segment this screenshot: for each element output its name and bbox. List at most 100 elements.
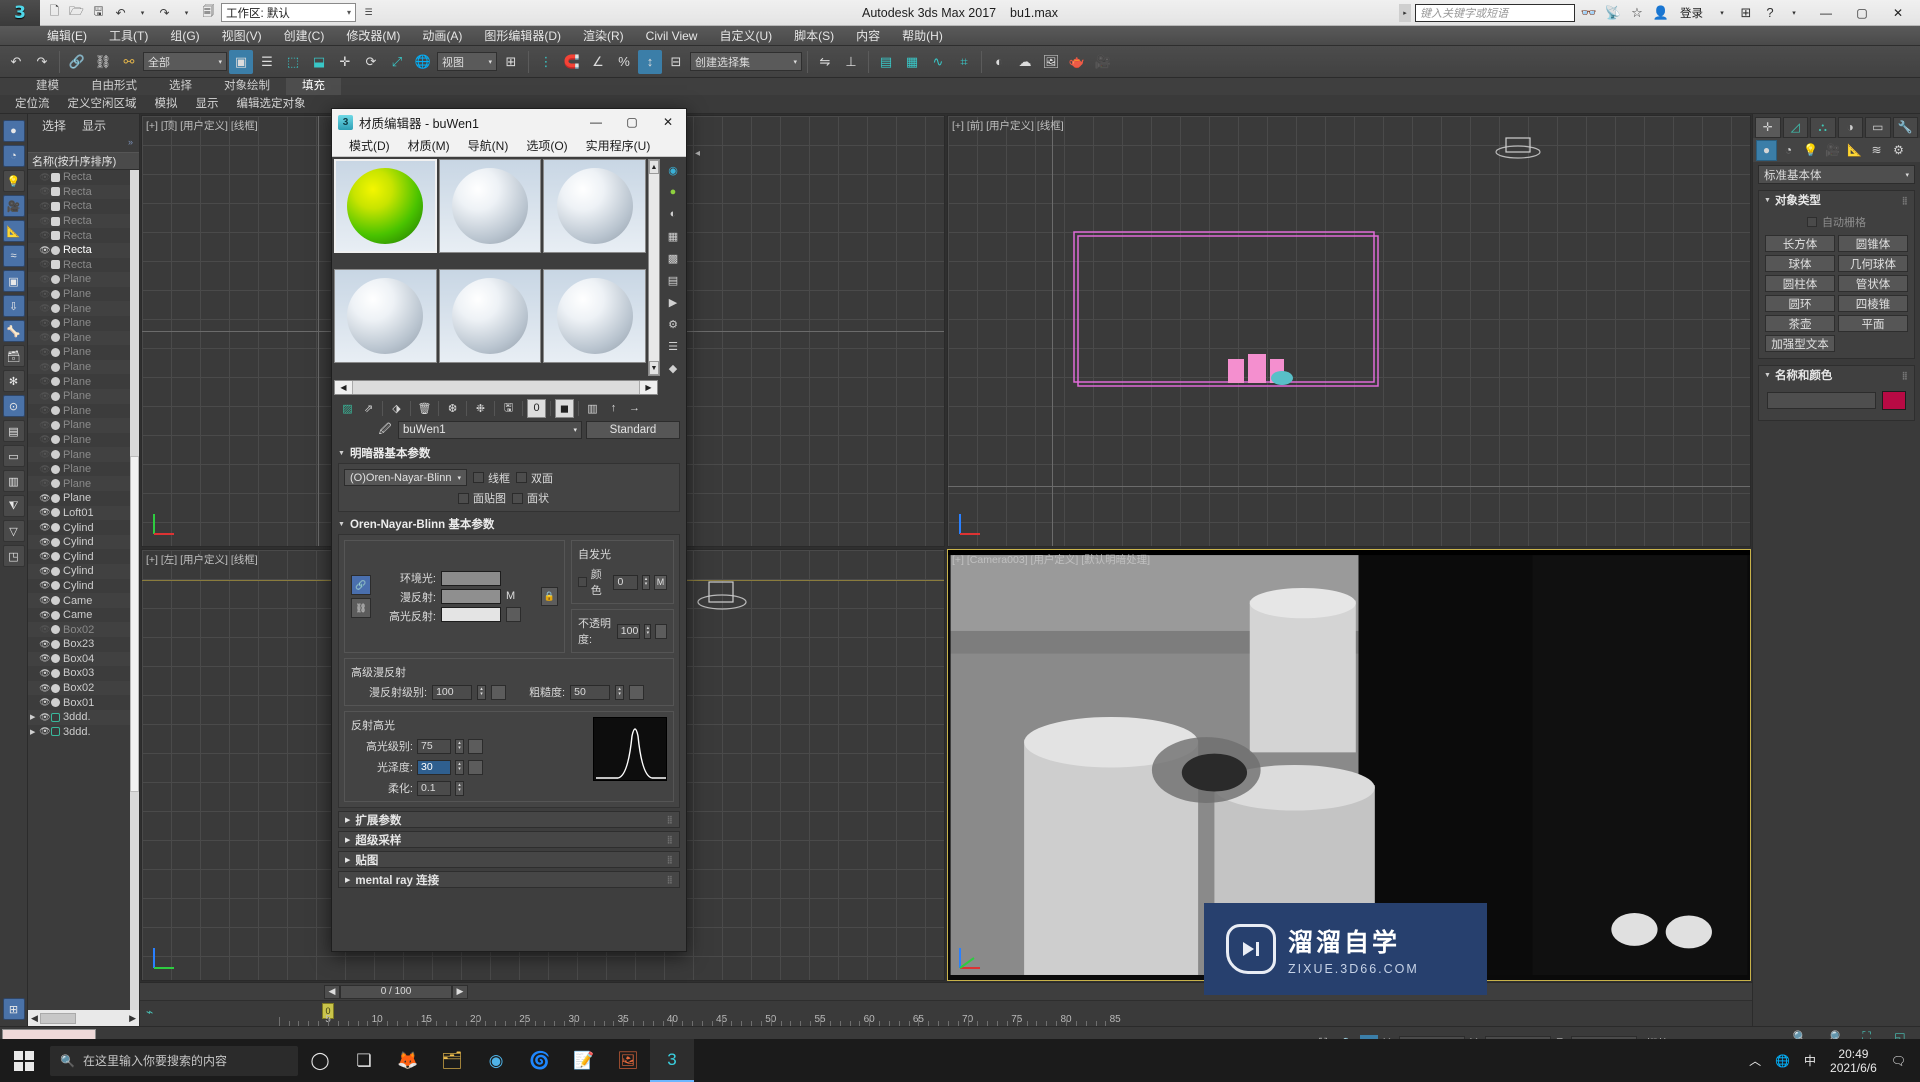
ribbon-tab-4[interactable]: 填充 <box>286 78 341 95</box>
slot-vertical-scrollbar[interactable]: ▲ ▼ <box>648 159 660 376</box>
bind-space-warp-icon[interactable]: ⚯ <box>117 50 141 74</box>
visibility-eye-icon[interactable]: 👁 <box>39 464 51 475</box>
filter-groups-icon[interactable]: ▣ <box>2 270 25 292</box>
spinner-snap-icon[interactable]: ↕ <box>638 49 662 74</box>
specular-map-button[interactable] <box>506 607 521 622</box>
layer-manager-icon[interactable]: ▤ <box>874 50 898 74</box>
table-row[interactable]: 👁 Loft01 <box>28 505 139 521</box>
scene-explorer-hscrollbar[interactable]: ◀ ▶ <box>28 1010 139 1026</box>
photoshop-icon[interactable]: 🖼 <box>606 1039 650 1082</box>
scroll-left-icon[interactable]: ◀ <box>31 1013 38 1024</box>
select-and-rotate-icon[interactable]: ⟳ <box>359 50 383 74</box>
autogrid-checkbox[interactable] <box>1807 217 1817 227</box>
layer-tool-icon[interactable]: ◳ <box>2 545 25 567</box>
filter-helpers-icon[interactable]: 📐 <box>2 220 25 242</box>
render-production-icon[interactable]: 🫖 <box>1065 50 1089 74</box>
diffuse-level-field[interactable]: 100 <box>432 684 473 700</box>
glossiness-field[interactable]: 30 <box>417 759 451 775</box>
funnel-icon[interactable]: ▽ <box>2 520 25 542</box>
table-row[interactable]: 👁 Plane <box>28 287 139 302</box>
visibility-eye-icon[interactable]: 👁 <box>39 493 51 504</box>
select-and-move-icon[interactable]: ✛ <box>333 50 357 74</box>
save-file-icon[interactable]: 🖫 <box>89 3 108 22</box>
material-editor-close-button[interactable]: ✕ <box>650 109 686 135</box>
object-type-button-10[interactable]: 加强型文本 <box>1765 335 1835 352</box>
render-frame-window-icon[interactable]: 🖼 <box>1039 50 1063 74</box>
scene-explorer-column-header[interactable]: 名称(按升序排序) <box>28 152 139 170</box>
taskview-icon[interactable]: ❏ <box>342 1039 386 1082</box>
material-editor-menu-4[interactable]: 实用程序(U) <box>577 137 660 154</box>
minimize-button[interactable]: — <box>1808 0 1844 26</box>
viewport-front[interactable]: [+] [前] [用户定义] [线框] <box>947 115 1751 547</box>
object-type-button-9[interactable]: 平面 <box>1838 315 1908 332</box>
menu-item-3[interactable]: 视图(V) <box>211 26 273 46</box>
redo-icon[interactable]: ↷ <box>155 3 174 22</box>
column-settings-icon[interactable]: ▥ <box>2 470 25 492</box>
table-row[interactable]: 👁 Box23 <box>28 637 139 652</box>
menu-item-10[interactable]: 自定义(U) <box>708 26 783 46</box>
visibility-eye-icon[interactable]: 👁 <box>39 478 51 489</box>
render-setup-icon[interactable]: ☁ <box>1013 50 1037 74</box>
object-type-button-1[interactable]: 圆锥体 <box>1838 235 1908 252</box>
material-slot-2[interactable] <box>438 159 542 253</box>
visibility-eye-icon[interactable]: 👁 <box>39 376 51 387</box>
visibility-eye-icon[interactable]: 👁 <box>39 347 51 358</box>
opacity-value-field[interactable]: 100 <box>616 623 641 639</box>
frame-ruler[interactable]: ⌁ 0 510152025303540455055606570758085 <box>140 1001 1752 1026</box>
hscroll-thumb[interactable] <box>39 1012 76 1024</box>
diffuse-map-button[interactable]: M <box>506 589 521 604</box>
spec-level-field[interactable]: 75 <box>417 738 451 754</box>
material-editor-title-bar[interactable]: 3 材质编辑器 - buWen1 — ▢ ✕ <box>332 109 686 135</box>
visibility-eye-icon[interactable]: 👁 <box>39 172 51 183</box>
ribbon-item-2[interactable]: 模拟 <box>146 95 187 113</box>
table-row[interactable]: 👁 Plane <box>28 476 139 492</box>
object-type-button-2[interactable]: 球体 <box>1765 255 1835 272</box>
glossiness-map-button[interactable] <box>468 759 483 775</box>
wire-checkbox[interactable] <box>472 472 484 483</box>
visibility-eye-icon[interactable]: 👁 <box>39 624 51 635</box>
material-editor-menu-1[interactable]: 材质(M) <box>399 137 459 154</box>
visibility-eye-icon[interactable]: 👁 <box>39 245 51 256</box>
select-object-icon[interactable]: ▣ <box>229 49 253 74</box>
visibility-eye-icon[interactable]: 👁 <box>39 318 51 329</box>
visibility-eye-icon[interactable]: 👁 <box>39 391 51 402</box>
table-row[interactable]: 👁 Plane <box>28 418 139 433</box>
list-view-icon[interactable]: ▤ <box>2 420 25 442</box>
visibility-eye-icon[interactable]: 👁 <box>39 668 51 679</box>
filter-particles-icon[interactable]: ✻ <box>2 370 25 392</box>
assign-material-icon[interactable]: ⬗ <box>387 399 406 418</box>
table-row[interactable]: 👁 Plane <box>28 462 139 477</box>
put-material-to-scene-icon[interactable]: ⇗ <box>359 399 378 418</box>
open-file-icon[interactable]: 🗁 <box>67 3 86 22</box>
communication-icon[interactable]: 📡 <box>1603 3 1623 23</box>
roughness-spinner[interactable]: ▴ ▾ <box>615 684 625 700</box>
visibility-eye-icon[interactable]: 👁 <box>39 551 51 562</box>
display-tab[interactable]: ▭ <box>1865 116 1891 138</box>
modify-tab[interactable]: ◿ <box>1782 116 1808 138</box>
material-slot-5[interactable] <box>438 268 542 363</box>
visibility-eye-icon[interactable]: 👁 <box>39 726 51 737</box>
workspace-selector[interactable]: 工作区: 默认 ▾ <box>221 3 356 22</box>
put-to-library-icon[interactable]: 🖫 <box>499 399 518 418</box>
table-row[interactable]: 👁 Recta <box>28 199 139 214</box>
facemap-checkbox[interactable] <box>458 492 469 504</box>
material-editor-dialog[interactable]: 3 材质编辑器 - buWen1 — ▢ ✕ 模式(D) 材质(M) 导航(N) 选项… <box>331 108 687 952</box>
table-row[interactable]: 👁 Plane <box>28 272 139 287</box>
menu-item-6[interactable]: 动画(A) <box>411 26 473 46</box>
menu-item-9[interactable]: Civil View <box>635 26 709 46</box>
show-end-result-icon[interactable]: ▥ <box>583 399 602 418</box>
object-color-swatch[interactable] <box>1882 391 1906 410</box>
visibility-eye-icon[interactable]: 👁 <box>39 405 51 416</box>
help-chevron-icon[interactable]: ▾ <box>1784 3 1804 23</box>
edge-icon[interactable]: 🌀 <box>518 1039 562 1082</box>
visibility-eye-icon[interactable]: 👁 <box>39 230 51 241</box>
visibility-eye-icon[interactable]: 👁 <box>39 580 51 591</box>
geometry-icon[interactable]: ● <box>1756 139 1777 161</box>
scene-explorer-select-menu[interactable]: 选择 <box>42 117 66 134</box>
sign-in-label[interactable]: 登录 <box>1675 5 1708 21</box>
material-editor-icon[interactable]: ◐ <box>987 50 1011 74</box>
material-effects-channel-icon[interactable]: 0 <box>527 398 546 418</box>
table-row[interactable]: 👁 Cylind <box>28 579 139 594</box>
blank-tool-icon[interactable]: ▭ <box>2 445 25 467</box>
table-row[interactable]: 👁 Recta <box>28 213 139 229</box>
